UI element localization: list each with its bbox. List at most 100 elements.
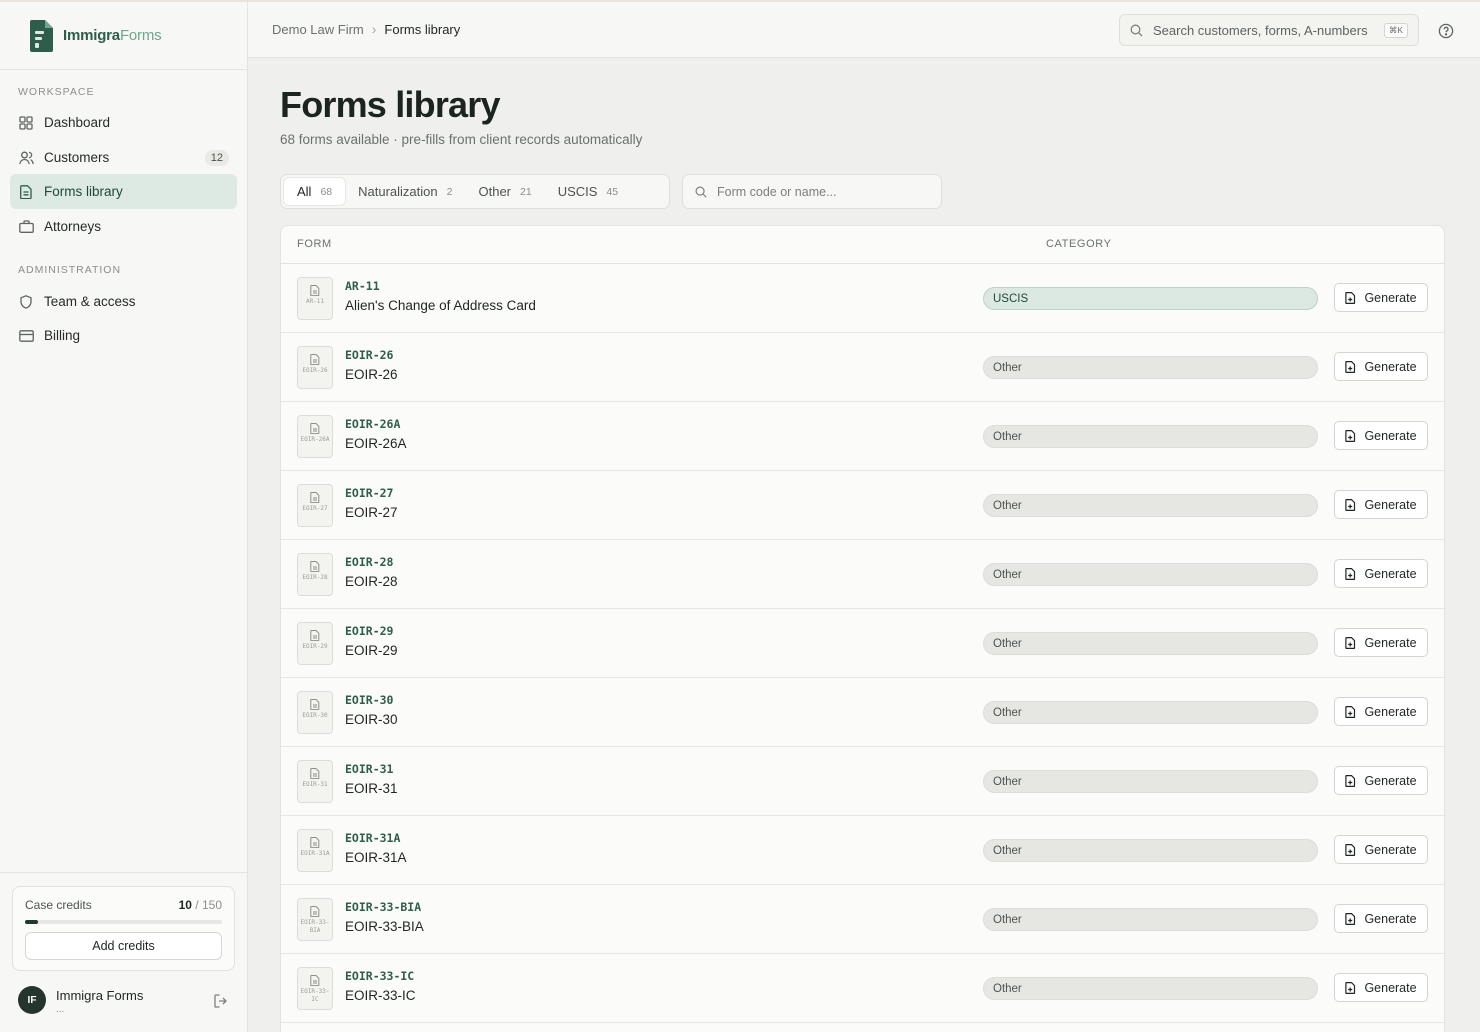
generate-button[interactable]: Generate [1334, 352, 1428, 381]
sidebar-item-label: Dashboard [44, 115, 111, 130]
logout-icon[interactable] [214, 994, 228, 1008]
form-thumbnail-code: EOIR-29 [302, 643, 328, 650]
form-name: EOIR-28 [345, 574, 398, 589]
sidebar-item-attorneys[interactable]: Attorneys [10, 209, 237, 244]
column-header-category: CATEGORY [1046, 238, 1112, 250]
form-thumbnail-code: EOIR-33-IC [300, 988, 330, 1003]
logo-text: ImmigraForms [63, 27, 162, 44]
form-search-input[interactable]: Form code or name... [682, 174, 942, 209]
case-credits-card: Case credits 10 / 150 Add credits [12, 886, 235, 971]
generate-button[interactable]: Generate [1334, 628, 1428, 657]
logo-icon [28, 19, 56, 53]
file-plus-icon [1345, 360, 1356, 373]
generate-button[interactable]: Generate [1334, 559, 1428, 588]
generate-button-label: Generate [1364, 497, 1417, 512]
document-icon [310, 630, 320, 641]
table-body: AR-11 AR-11 Alien's Change of Address Card… [281, 264, 1444, 1023]
form-name: EOIR-31A [345, 850, 407, 865]
form-code: EOIR-33-BIA [345, 900, 422, 914]
document-icon [310, 837, 320, 848]
logo[interactable]: ImmigraForms [0, 2, 247, 70]
file-plus-icon [1345, 429, 1356, 442]
category-badge: USCIS [983, 287, 1318, 310]
form-thumbnail-code: AR-11 [305, 298, 325, 305]
form-thumbnail: EOIR-26 [297, 346, 333, 389]
form-thumbnail: EOIR-28 [297, 553, 333, 596]
table-row[interactable]: EOIR-31A EOIR-31A EOIR-31A Other Generate [281, 816, 1444, 885]
generate-button-label: Generate [1364, 428, 1417, 443]
tab-naturalization[interactable]: Naturalization 2 [345, 178, 465, 205]
form-thumbnail: EOIR-26A [297, 415, 333, 458]
sidebar-item-label: Forms library [44, 184, 123, 199]
generate-button[interactable]: Generate [1334, 421, 1428, 450]
table-header: FORM CATEGORY [281, 226, 1444, 264]
page-title: Forms library [280, 84, 500, 125]
customers-count-badge: 12 [204, 149, 229, 166]
generate-button[interactable]: Generate [1334, 835, 1428, 864]
generate-button[interactable]: Generate [1334, 904, 1428, 933]
form-thumbnail: EOIR-33-BIA [297, 898, 333, 941]
category-badge: Other [983, 908, 1318, 931]
breadcrumb: Demo Law Firm › Forms library [272, 21, 460, 37]
sidebar-item-label: Attorneys [44, 219, 102, 234]
file-plus-icon [1345, 567, 1356, 580]
table-row[interactable]: EOIR-33-IC EOIR-33-IC EOIR-33-IC Other Gener… [281, 954, 1444, 1023]
add-credits-button[interactable]: Add credits [25, 932, 222, 960]
category-badge: Other [983, 563, 1318, 586]
generate-button-label: Generate [1364, 635, 1417, 650]
table-row[interactable]: AR-11 AR-11 Alien's Change of Address Card… [281, 264, 1444, 333]
form-thumbnail-code: EOIR-27 [302, 505, 328, 512]
help-icon[interactable] [1438, 23, 1454, 39]
category-badge: Other [983, 977, 1318, 1000]
form-search-placeholder: Form code or name... [717, 184, 837, 199]
global-search-input[interactable]: Search customers, forms, A-numbers ⌘K [1119, 14, 1419, 46]
form-code: EOIR-28 [345, 555, 394, 569]
sidebar-item-forms-library[interactable]: Forms library [10, 174, 237, 209]
table-row[interactable]: EOIR-33-BIA EOIR-33-BIA EOIR-33-BIA Other Ge… [281, 885, 1444, 954]
credits-label: Case credits [25, 898, 92, 912]
table-row[interactable]: EOIR-28 EOIR-28 EOIR-28 Other Generate [281, 540, 1444, 609]
form-thumbnail: EOIR-29 [297, 622, 333, 665]
credit-card-icon [18, 328, 34, 344]
tab-uscis[interactable]: USCIS 45 [545, 178, 631, 205]
breadcrumb-parent[interactable]: Demo Law Firm [272, 22, 364, 37]
table-row[interactable]: EOIR-29 EOIR-29 EOIR-29 Other Generate [281, 609, 1444, 678]
form-thumbnail: EOIR-33-IC [297, 967, 333, 1010]
form-code: EOIR-27 [345, 486, 394, 500]
generate-button[interactable]: Generate [1334, 973, 1428, 1002]
form-name: EOIR-30 [345, 712, 398, 727]
table-row[interactable]: EOIR-26 EOIR-26 EOIR-26 Other Generate [281, 333, 1444, 402]
form-code: EOIR-26A [345, 417, 401, 431]
workspace-section-label: WORKSPACE [18, 86, 95, 98]
generate-button[interactable]: Generate [1334, 490, 1428, 519]
search-icon [1130, 24, 1143, 36]
file-plus-icon [1345, 636, 1356, 649]
form-code: EOIR-31 [345, 762, 394, 776]
search-icon [695, 186, 707, 198]
tab-other[interactable]: Other 21 [465, 178, 544, 205]
generate-button[interactable]: Generate [1334, 766, 1428, 795]
credits-value: 10 / 150 [178, 898, 222, 912]
sidebar-item-team-access[interactable]: Team & access [10, 284, 237, 319]
form-thumbnail: AR-11 [297, 277, 333, 320]
category-badge: Other [983, 632, 1318, 655]
table-row[interactable]: EOIR-31 EOIR-31 EOIR-31 Other Generate [281, 747, 1444, 816]
generate-button[interactable]: Generate [1334, 283, 1428, 312]
table-row[interactable]: EOIR-26A EOIR-26A EOIR-26A Other Generate [281, 402, 1444, 471]
category-badge: Other [983, 494, 1318, 517]
tab-all[interactable]: All 68 [284, 178, 346, 205]
table-row[interactable]: EOIR-30 EOIR-30 EOIR-30 Other Generate [281, 678, 1444, 747]
user-profile[interactable]: IF Immigra Forms ... [18, 986, 232, 1018]
sidebar-item-customers[interactable]: Customers 12 [10, 140, 237, 175]
form-thumbnail-code: EOIR-31 [302, 781, 328, 788]
avatar: IF [18, 986, 46, 1014]
table-row[interactable]: EOIR-27 EOIR-27 EOIR-27 Other Generate [281, 471, 1444, 540]
document-icon [18, 184, 34, 200]
category-badge: Other [983, 425, 1318, 448]
sidebar-item-billing[interactable]: Billing [10, 318, 237, 353]
sidebar-item-dashboard[interactable]: Dashboard [10, 105, 237, 140]
grid-icon [18, 115, 34, 131]
generate-button-label: Generate [1364, 704, 1417, 719]
generate-button[interactable]: Generate [1334, 697, 1428, 726]
form-thumbnail: EOIR-30 [297, 691, 333, 734]
